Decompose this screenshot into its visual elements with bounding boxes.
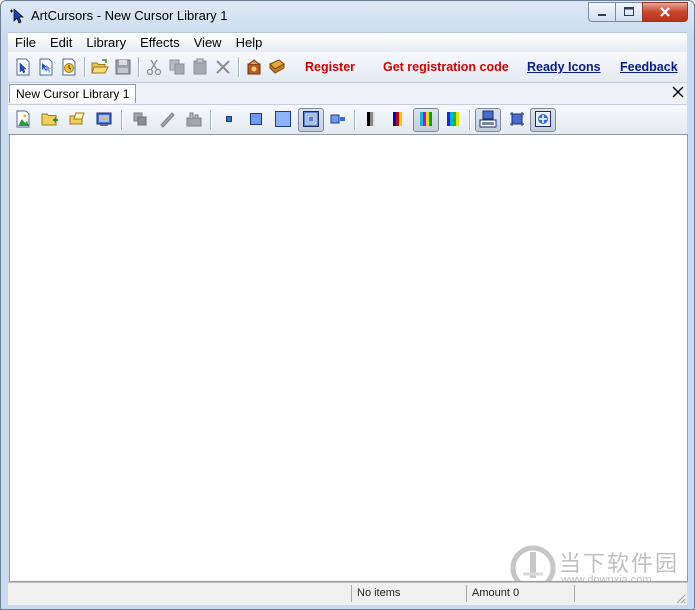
get-registration-code-link[interactable]: Get registration code xyxy=(383,60,509,74)
view-preview-icon xyxy=(535,111,551,127)
toolbar-separator xyxy=(210,110,212,130)
library-content-area[interactable] xyxy=(9,134,688,582)
minimize-icon xyxy=(598,14,606,16)
delete-icon[interactable] xyxy=(214,58,232,76)
ready-icons-link[interactable]: Ready Icons xyxy=(527,60,601,74)
document-tab-strip: New Cursor Library 1 xyxy=(8,83,687,104)
menu-bar: File Edit Library Effects View Help xyxy=(8,32,687,52)
title-bar[interactable]: ArtCursors - New Cursor Library 1 xyxy=(1,1,694,31)
size-small-icon[interactable] xyxy=(220,110,238,128)
save-icon[interactable] xyxy=(114,58,132,76)
feedback-link[interactable]: Feedback xyxy=(620,60,678,74)
color-256-icon xyxy=(420,112,432,126)
add-files-icon[interactable] xyxy=(68,110,86,128)
view-details-icon xyxy=(479,110,497,128)
main-toolbar: Register Get registration code Ready Ico… xyxy=(8,52,687,83)
add-folder-icon[interactable] xyxy=(41,110,59,128)
edit-icon[interactable] xyxy=(158,110,176,128)
close-tab-icon[interactable] xyxy=(671,85,685,99)
size-fit-icon xyxy=(303,111,319,127)
close-window-button[interactable] xyxy=(642,2,688,22)
new-cursor-icon[interactable] xyxy=(14,58,32,76)
toolbar-separator xyxy=(138,57,140,77)
toolbar-separator xyxy=(354,110,356,130)
status-amount: Amount 0 xyxy=(466,585,572,602)
size-list-icon[interactable] xyxy=(329,110,347,128)
library-toolbar xyxy=(8,104,687,135)
toolbar-separator xyxy=(238,57,240,77)
app-window: ArtCursors - New Cursor Library 1 File E… xyxy=(0,0,695,610)
size-medium-icon[interactable] xyxy=(247,110,265,128)
book-icon[interactable] xyxy=(268,58,286,76)
cut-icon[interactable] xyxy=(145,58,163,76)
color-mono-icon[interactable] xyxy=(362,110,380,128)
paste-icon[interactable] xyxy=(191,58,209,76)
window-title: ArtCursors - New Cursor Library 1 xyxy=(31,8,228,23)
properties-icon[interactable] xyxy=(185,110,203,128)
resize-grip-icon[interactable] xyxy=(674,592,686,604)
duplicate-icon[interactable] xyxy=(131,110,149,128)
menu-effects[interactable]: Effects xyxy=(133,34,187,52)
color-true-icon[interactable] xyxy=(444,110,462,128)
menu-view[interactable]: View xyxy=(187,34,229,52)
copy-icon[interactable] xyxy=(168,58,186,76)
menu-edit[interactable]: Edit xyxy=(43,34,79,52)
status-bar: No items Amount 0 xyxy=(8,582,687,605)
tab-new-cursor-library-1[interactable]: New Cursor Library 1 xyxy=(9,84,137,103)
close-icon xyxy=(660,7,670,17)
add-image-icon[interactable] xyxy=(14,110,32,128)
import-icon[interactable] xyxy=(95,110,113,128)
menu-file[interactable]: File xyxy=(8,34,43,52)
view-hotspot-icon[interactable] xyxy=(508,110,526,128)
minimize-button[interactable] xyxy=(588,2,615,22)
maximize-button[interactable] xyxy=(615,2,642,22)
toolbar-separator xyxy=(469,110,471,130)
wizard-icon[interactable] xyxy=(245,58,263,76)
color-16-icon[interactable] xyxy=(389,110,407,128)
size-large-icon[interactable] xyxy=(274,110,292,128)
app-cursor-icon xyxy=(10,8,24,24)
status-empty-panel xyxy=(574,585,676,602)
new-animated-cursor-icon[interactable] xyxy=(37,58,55,76)
toolbar-separator xyxy=(121,110,123,130)
maximize-icon xyxy=(624,7,634,16)
menu-library[interactable]: Library xyxy=(79,34,133,52)
register-link[interactable]: Register xyxy=(305,60,355,74)
open-folder-icon[interactable] xyxy=(91,58,109,76)
caption-buttons xyxy=(588,2,688,22)
menu-help[interactable]: Help xyxy=(229,34,270,52)
toolbar-separator xyxy=(84,57,86,77)
new-from-image-icon[interactable] xyxy=(60,58,78,76)
status-items: No items xyxy=(351,585,465,602)
